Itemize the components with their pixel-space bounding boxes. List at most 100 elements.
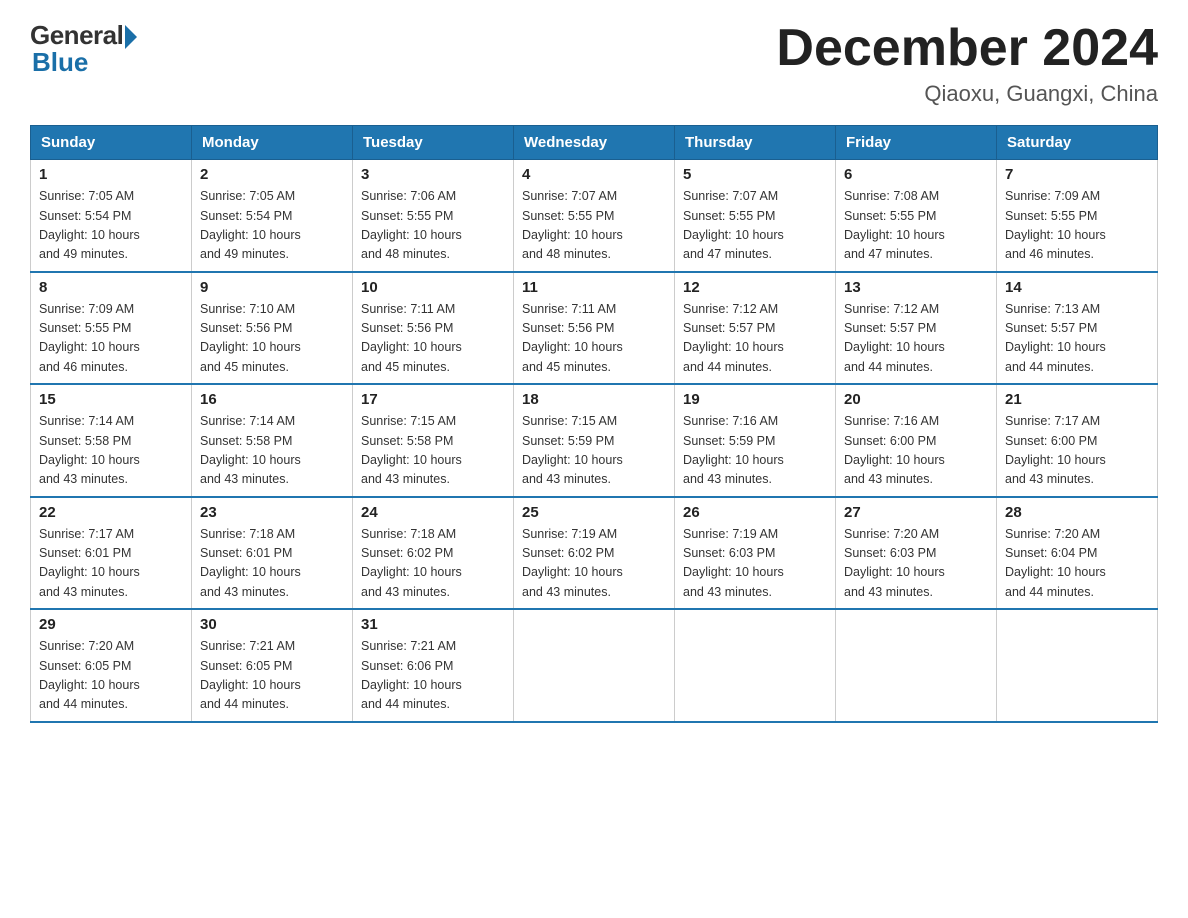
calendar-day-cell: 31Sunrise: 7:21 AMSunset: 6:06 PMDayligh… <box>353 609 514 722</box>
calendar-day-cell <box>997 609 1158 722</box>
day-number: 19 <box>683 391 827 408</box>
calendar-day-cell: 11 Sunrise: 7:11 AMSunset: 5:56 PMDayligh… <box>514 272 675 385</box>
calendar-day-cell: 5 Sunrise: 7:07 AMSunset: 5:55 PMDaylight… <box>675 160 836 272</box>
page-header: General Blue December 2024 Qiaoxu, Guang… <box>30 20 1158 107</box>
day-number: 15 <box>39 391 183 408</box>
day-info: Sunrise: 7:19 AMSunset: 6:03 PMDaylight:… <box>683 525 827 603</box>
calendar-day-cell: 2 Sunrise: 7:05 AMSunset: 5:54 PMDaylight… <box>192 160 353 272</box>
calendar-table: SundayMondayTuesdayWednesdayThursdayFrid… <box>30 125 1158 723</box>
calendar-day-cell <box>836 609 997 722</box>
calendar-day-cell: 18 Sunrise: 7:15 AMSunset: 5:59 PMDayligh… <box>514 384 675 497</box>
day-number: 7 <box>1005 166 1149 183</box>
calendar-day-cell: 10 Sunrise: 7:11 AMSunset: 5:56 PMDayligh… <box>353 272 514 385</box>
logo: General Blue <box>30 20 137 78</box>
day-number: 4 <box>522 166 666 183</box>
calendar-day-cell: 4 Sunrise: 7:07 AMSunset: 5:55 PMDaylight… <box>514 160 675 272</box>
day-info: Sunrise: 7:18 AMSunset: 6:01 PMDaylight:… <box>200 525 344 603</box>
calendar-day-cell: 29 Sunrise: 7:20 AMSunset: 6:05 PMDayligh… <box>31 609 192 722</box>
day-number: 22 <box>39 504 183 521</box>
day-number: 2 <box>200 166 344 183</box>
calendar-week-row: 22 Sunrise: 7:17 AMSunset: 6:01 PMDayligh… <box>31 497 1158 610</box>
day-number: 9 <box>200 279 344 296</box>
day-number: 24 <box>361 504 505 521</box>
calendar-day-cell: 9 Sunrise: 7:10 AMSunset: 5:56 PMDaylight… <box>192 272 353 385</box>
calendar-week-row: 8 Sunrise: 7:09 AMSunset: 5:55 PMDaylight… <box>31 272 1158 385</box>
day-info: Sunrise: 7:20 AMSunset: 6:03 PMDaylight:… <box>844 525 988 603</box>
calendar-day-cell: 6Sunrise: 7:08 AMSunset: 5:55 PMDaylight… <box>836 160 997 272</box>
day-info: Sunrise: 7:07 AMSunset: 5:55 PMDaylight:… <box>683 187 827 265</box>
day-number: 27 <box>844 504 988 521</box>
calendar-day-cell: 16Sunrise: 7:14 AMSunset: 5:58 PMDayligh… <box>192 384 353 497</box>
calendar-day-cell: 15 Sunrise: 7:14 AMSunset: 5:58 PMDayligh… <box>31 384 192 497</box>
day-info: Sunrise: 7:11 AMSunset: 5:56 PMDaylight:… <box>522 300 666 378</box>
day-number: 28 <box>1005 504 1149 521</box>
day-number: 31 <box>361 616 505 633</box>
calendar-day-cell: 23 Sunrise: 7:18 AMSunset: 6:01 PMDayligh… <box>192 497 353 610</box>
day-number: 14 <box>1005 279 1149 296</box>
day-info: Sunrise: 7:09 AMSunset: 5:55 PMDaylight:… <box>39 300 183 378</box>
calendar-week-row: 15 Sunrise: 7:14 AMSunset: 5:58 PMDayligh… <box>31 384 1158 497</box>
calendar-day-cell: 24 Sunrise: 7:18 AMSunset: 6:02 PMDayligh… <box>353 497 514 610</box>
calendar-day-cell: 27 Sunrise: 7:20 AMSunset: 6:03 PMDayligh… <box>836 497 997 610</box>
calendar-day-cell <box>675 609 836 722</box>
day-info: Sunrise: 7:07 AMSunset: 5:55 PMDaylight:… <box>522 187 666 265</box>
day-info: Sunrise: 7:12 AMSunset: 5:57 PMDaylight:… <box>844 300 988 378</box>
day-number: 11 <box>522 279 666 296</box>
calendar-day-cell <box>514 609 675 722</box>
calendar-week-row: 29 Sunrise: 7:20 AMSunset: 6:05 PMDayligh… <box>31 609 1158 722</box>
day-number: 30 <box>200 616 344 633</box>
calendar-day-cell: 3Sunrise: 7:06 AMSunset: 5:55 PMDaylight… <box>353 160 514 272</box>
day-info: Sunrise: 7:05 AMSunset: 5:54 PMDaylight:… <box>200 187 344 265</box>
month-title: December 2024 <box>776 20 1158 77</box>
day-info: Sunrise: 7:14 AMSunset: 5:58 PMDaylight:… <box>200 412 344 490</box>
day-info: Sunrise: 7:16 AMSunset: 5:59 PMDaylight:… <box>683 412 827 490</box>
calendar-day-cell: 30 Sunrise: 7:21 AMSunset: 6:05 PMDayligh… <box>192 609 353 722</box>
day-number: 23 <box>200 504 344 521</box>
day-info: Sunrise: 7:09 AMSunset: 5:55 PMDaylight:… <box>1005 187 1149 265</box>
day-info: Sunrise: 7:05 AMSunset: 5:54 PMDaylight:… <box>39 187 183 265</box>
day-number: 21 <box>1005 391 1149 408</box>
day-info: Sunrise: 7:18 AMSunset: 6:02 PMDaylight:… <box>361 525 505 603</box>
day-of-week-header: Wednesday <box>514 126 675 160</box>
calendar-day-cell: 17 Sunrise: 7:15 AMSunset: 5:58 PMDayligh… <box>353 384 514 497</box>
day-info: Sunrise: 7:17 AMSunset: 6:00 PMDaylight:… <box>1005 412 1149 490</box>
day-of-week-header: Thursday <box>675 126 836 160</box>
calendar-day-cell: 28 Sunrise: 7:20 AMSunset: 6:04 PMDayligh… <box>997 497 1158 610</box>
logo-arrow-icon <box>125 25 137 49</box>
day-number: 8 <box>39 279 183 296</box>
day-info: Sunrise: 7:15 AMSunset: 5:59 PMDaylight:… <box>522 412 666 490</box>
day-info: Sunrise: 7:12 AMSunset: 5:57 PMDaylight:… <box>683 300 827 378</box>
calendar-week-row: 1Sunrise: 7:05 AMSunset: 5:54 PMDaylight… <box>31 160 1158 272</box>
day-info: Sunrise: 7:20 AMSunset: 6:05 PMDaylight:… <box>39 637 183 715</box>
calendar-day-cell: 22 Sunrise: 7:17 AMSunset: 6:01 PMDayligh… <box>31 497 192 610</box>
day-info: Sunrise: 7:20 AMSunset: 6:04 PMDaylight:… <box>1005 525 1149 603</box>
calendar-day-cell: 21 Sunrise: 7:17 AMSunset: 6:00 PMDayligh… <box>997 384 1158 497</box>
day-info: Sunrise: 7:11 AMSunset: 5:56 PMDaylight:… <box>361 300 505 378</box>
day-number: 6 <box>844 166 988 183</box>
day-number: 5 <box>683 166 827 183</box>
calendar-day-cell: 1Sunrise: 7:05 AMSunset: 5:54 PMDaylight… <box>31 160 192 272</box>
day-info: Sunrise: 7:21 AMSunset: 6:05 PMDaylight:… <box>200 637 344 715</box>
calendar-day-cell: 12 Sunrise: 7:12 AMSunset: 5:57 PMDayligh… <box>675 272 836 385</box>
day-number: 29 <box>39 616 183 633</box>
calendar-day-cell: 7 Sunrise: 7:09 AMSunset: 5:55 PMDaylight… <box>997 160 1158 272</box>
location-subtitle: Qiaoxu, Guangxi, China <box>776 81 1158 107</box>
day-info: Sunrise: 7:10 AMSunset: 5:56 PMDaylight:… <box>200 300 344 378</box>
day-info: Sunrise: 7:17 AMSunset: 6:01 PMDaylight:… <box>39 525 183 603</box>
day-number: 17 <box>361 391 505 408</box>
day-info: Sunrise: 7:14 AMSunset: 5:58 PMDaylight:… <box>39 412 183 490</box>
day-info: Sunrise: 7:06 AMSunset: 5:55 PMDaylight:… <box>361 187 505 265</box>
calendar-day-cell: 19 Sunrise: 7:16 AMSunset: 5:59 PMDayligh… <box>675 384 836 497</box>
title-section: December 2024 Qiaoxu, Guangxi, China <box>776 20 1158 107</box>
day-of-week-header: Saturday <box>997 126 1158 160</box>
day-info: Sunrise: 7:15 AMSunset: 5:58 PMDaylight:… <box>361 412 505 490</box>
day-number: 26 <box>683 504 827 521</box>
day-number: 12 <box>683 279 827 296</box>
day-of-week-header: Monday <box>192 126 353 160</box>
day-info: Sunrise: 7:16 AMSunset: 6:00 PMDaylight:… <box>844 412 988 490</box>
day-number: 13 <box>844 279 988 296</box>
day-number: 18 <box>522 391 666 408</box>
day-info: Sunrise: 7:19 AMSunset: 6:02 PMDaylight:… <box>522 525 666 603</box>
calendar-day-cell: 25Sunrise: 7:19 AMSunset: 6:02 PMDayligh… <box>514 497 675 610</box>
day-number: 10 <box>361 279 505 296</box>
